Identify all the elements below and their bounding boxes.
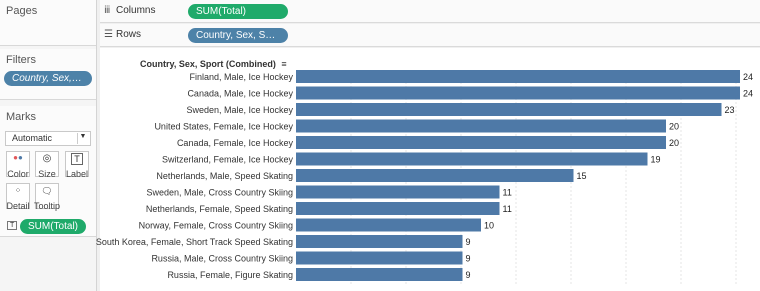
- filters-title: Filters: [6, 54, 36, 66]
- chart-header: Country, Sex, Sport (Combined) ≡: [140, 59, 287, 69]
- rows-pill[interactable]: Country, Sex, Spor.. ≡: [188, 28, 288, 43]
- chevron-down-icon: ▼: [77, 133, 88, 144]
- sort-descending-icon[interactable]: ≡: [281, 59, 286, 69]
- columns-shelf[interactable]: ⅲ Columns SUM(Total): [100, 0, 760, 23]
- label-label: Label: [65, 169, 89, 179]
- columns-icon: ⅲ: [104, 5, 111, 16]
- columns-pill[interactable]: SUM(Total): [188, 4, 288, 19]
- filter-pill[interactable]: Country, Sex, Spor..: [4, 71, 92, 86]
- color-label: Color: [7, 169, 29, 179]
- label-mark-icon: T: [7, 221, 18, 230]
- color-dots-icon: ●●: [13, 153, 23, 162]
- mark-type-value: Automatic: [12, 133, 53, 143]
- rows-pill-text: Country, Sex, Spor..: [196, 30, 285, 41]
- tooltip-icon: 🗨: [41, 186, 53, 196]
- chart-canvas: [100, 48, 760, 291]
- pages-title: Pages: [6, 5, 38, 17]
- detail-icon: ⁘: [14, 186, 22, 195]
- marks-title: Marks: [6, 111, 36, 123]
- detail-label: Detail: [6, 201, 30, 211]
- filters-card: Filters Country, Sex, Spor..: [0, 49, 96, 100]
- mark-type-dropdown[interactable]: Automatic ▼: [5, 131, 91, 146]
- pages-card: Pages: [0, 0, 96, 46]
- rows-shelf[interactable]: ☰ Rows Country, Sex, Spor.. ≡: [100, 24, 760, 47]
- size-icon: ◎: [42, 153, 52, 164]
- label-icon: T: [71, 153, 83, 165]
- left-sidebar: Pages Filters Country, Sex, Spor.. Marks…: [0, 0, 97, 291]
- tooltip-label: Tooltip: [33, 201, 60, 211]
- sum-total-pill[interactable]: SUM(Total): [20, 219, 87, 234]
- size-label: Size: [38, 169, 56, 179]
- rows-icon: ☰: [104, 29, 113, 40]
- chart-header-text: Country, Sex, Sport (Combined): [140, 59, 276, 69]
- columns-label: Columns: [116, 5, 156, 16]
- rows-label: Rows: [116, 29, 142, 40]
